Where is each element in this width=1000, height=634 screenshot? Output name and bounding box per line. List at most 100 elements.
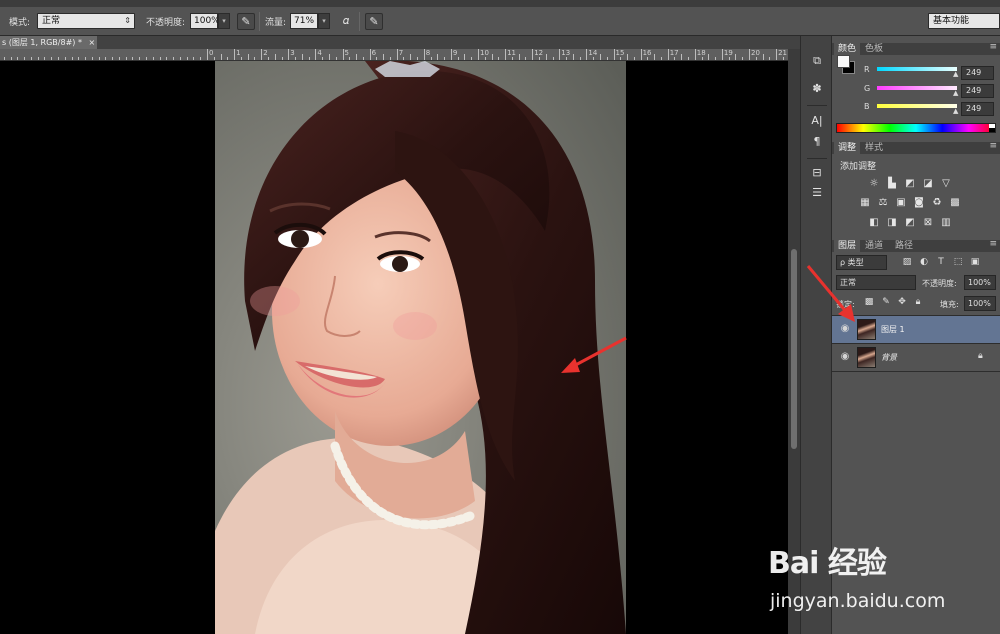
blue-slider[interactable] xyxy=(877,104,957,108)
channel-mixer-icon[interactable]: ♻ xyxy=(931,197,943,208)
tab-swatches[interactable]: 色板 xyxy=(861,43,887,55)
ruler-tick-label: 20 xyxy=(751,49,760,57)
pressure-opacity-icon[interactable]: ✎ xyxy=(237,13,255,30)
layer-opacity-field[interactable]: 100% xyxy=(964,275,996,290)
color-spectrum-bar[interactable] xyxy=(836,123,996,133)
workspace-select[interactable]: 基本功能 xyxy=(928,13,1000,29)
fill-field[interactable]: 100% xyxy=(964,296,996,311)
airbrush-icon[interactable]: 𝛼 xyxy=(337,13,355,30)
tab-adjustments[interactable]: 调整 xyxy=(834,142,861,154)
red-slider-handle[interactable]: ▲ xyxy=(953,70,958,78)
horizontal-ruler[interactable]: 0 1 2 3 4 5 6 7 8 9 10 11 12 13 14 15 16 17 18 19 20 21 xyxy=(0,49,788,61)
ruler-tick-label: 5 xyxy=(344,49,349,57)
history-icon[interactable]: ⧉ xyxy=(809,53,825,69)
curves-icon[interactable]: ◩ xyxy=(904,178,916,189)
levels-icon[interactable]: ▙ xyxy=(886,178,898,189)
ruler-tick-label: 19 xyxy=(723,49,733,57)
scrollbar-thumb[interactable] xyxy=(791,249,797,449)
blue-value-field[interactable]: 249 xyxy=(961,102,994,116)
black-white-swatch[interactable] xyxy=(989,124,995,132)
red-slider[interactable] xyxy=(877,67,957,71)
ruler-minor-tick xyxy=(146,57,148,60)
pixel-filter-icon[interactable]: ▨ xyxy=(901,257,913,268)
flow-dropdown[interactable]: ▾ xyxy=(318,13,330,29)
flow-field[interactable]: 71% xyxy=(290,13,318,29)
exposure-icon[interactable]: ◪ xyxy=(922,178,934,189)
canvas-area[interactable] xyxy=(0,61,788,634)
notes-icon[interactable]: ☰ xyxy=(809,185,825,201)
ruler-minor-tick xyxy=(762,54,764,60)
color-balance-icon[interactable]: ⚖ xyxy=(877,197,889,208)
ruler-tick xyxy=(234,49,236,60)
ruler-minor-tick xyxy=(44,57,46,60)
ruler-minor-tick xyxy=(17,57,19,60)
ruler-minor-tick xyxy=(328,54,330,60)
lock-transparency-icon[interactable]: ▩ xyxy=(863,297,875,308)
type-filter-icon[interactable]: T xyxy=(935,257,947,268)
ruler-minor-tick xyxy=(627,54,629,60)
opacity-field[interactable]: 100% xyxy=(190,13,220,29)
panel-menu-icon[interactable]: ≡ xyxy=(989,42,997,52)
gradient-map-icon[interactable]: ▥ xyxy=(940,217,952,228)
ruler-minor-tick xyxy=(471,57,473,60)
character-icon[interactable]: A| xyxy=(809,113,825,129)
tab-color[interactable]: 颜色 xyxy=(834,43,861,55)
hue-saturation-icon[interactable]: ▦ xyxy=(859,197,871,208)
tab-styles[interactable]: 样式 xyxy=(861,142,887,154)
tab-paths[interactable]: 路径 xyxy=(891,240,917,252)
ruler-minor-tick xyxy=(173,57,175,60)
tab-channels[interactable]: 通道 xyxy=(861,240,887,252)
close-icon[interactable]: × xyxy=(89,38,96,47)
black-white-icon[interactable]: ▣ xyxy=(895,197,907,208)
brush-presets-icon[interactable]: ✽ xyxy=(809,81,825,97)
lock-all-icon[interactable]: 🔒︎ xyxy=(912,297,924,308)
eye-icon[interactable]: ◉ xyxy=(838,323,852,335)
green-slider[interactable] xyxy=(877,86,957,90)
posterize-icon[interactable]: ◨ xyxy=(886,217,898,228)
threshold-icon[interactable]: ◩ xyxy=(904,217,916,228)
blend-mode-select[interactable]: 正常 xyxy=(836,275,916,290)
vibrance-icon[interactable]: ▽ xyxy=(940,178,952,189)
pressure-size-icon[interactable]: ✎ xyxy=(365,13,383,30)
green-slider-handle[interactable]: ▲ xyxy=(953,89,958,97)
green-value-field[interactable]: 249 xyxy=(961,84,994,98)
layer-row[interactable]: ◉ 背景 🔒︎ xyxy=(832,343,1000,371)
eye-icon[interactable]: ◉ xyxy=(838,351,852,363)
layer-row[interactable]: ◉ 图层 1 xyxy=(832,315,1000,343)
panel-menu-icon[interactable]: ≡ xyxy=(989,239,997,249)
adjustment-filter-icon[interactable]: ◐ xyxy=(918,257,930,268)
ruler-minor-tick xyxy=(125,57,127,60)
ruler-minor-tick xyxy=(633,57,635,60)
ruler-minor-tick xyxy=(484,57,486,60)
ruler-minor-tick xyxy=(322,57,324,60)
blue-slider-handle[interactable]: ▲ xyxy=(953,107,958,115)
brightness-icon[interactable]: ☼ xyxy=(868,178,880,189)
options-bar: 模式: 正常 ⇕ 不透明度: 100% ▾ ✎ 流量: 71% ▾ 𝛼 ✎ 基本… xyxy=(0,7,1000,36)
ruler-tick xyxy=(288,49,290,60)
opacity-dropdown[interactable]: ▾ xyxy=(218,13,230,29)
ruler-minor-tick xyxy=(220,54,222,60)
green-label: G xyxy=(864,84,871,93)
flow-value: 71% xyxy=(294,16,315,26)
smart-object-filter-icon[interactable]: ▣ xyxy=(969,257,981,268)
photo-filter-icon[interactable]: ◙ xyxy=(913,197,925,208)
panel-menu-icon[interactable]: ≡ xyxy=(989,141,997,151)
lock-position-icon[interactable]: ✥ xyxy=(896,297,908,308)
lock-pixels-icon[interactable]: ✎ xyxy=(880,297,892,308)
ruler-minor-tick xyxy=(566,57,568,60)
navigator-icon[interactable]: ⊟ xyxy=(809,165,825,181)
tab-layers[interactable]: 图层 xyxy=(834,240,861,252)
selective-color-icon[interactable]: ⊠ xyxy=(922,217,934,228)
layer-filter-select[interactable]: ρ 类型 xyxy=(836,255,887,270)
red-value-field[interactable]: 249 xyxy=(961,66,994,80)
color-lookup-icon[interactable]: ▩ xyxy=(949,197,961,208)
mode-select[interactable]: 正常 ⇕ xyxy=(37,13,135,29)
ruler-minor-tick xyxy=(349,57,351,60)
shape-filter-icon[interactable]: ⬚ xyxy=(952,257,964,268)
ruler-minor-tick xyxy=(606,57,608,60)
invert-icon[interactable]: ◧ xyxy=(868,217,880,228)
foreground-color-swatch[interactable] xyxy=(837,55,850,68)
layer-name: 背景 xyxy=(881,353,897,362)
document-tab[interactable]: s (图层 1, RGB/8#) * × xyxy=(0,36,97,49)
paragraph-icon[interactable]: ¶ xyxy=(809,134,825,150)
